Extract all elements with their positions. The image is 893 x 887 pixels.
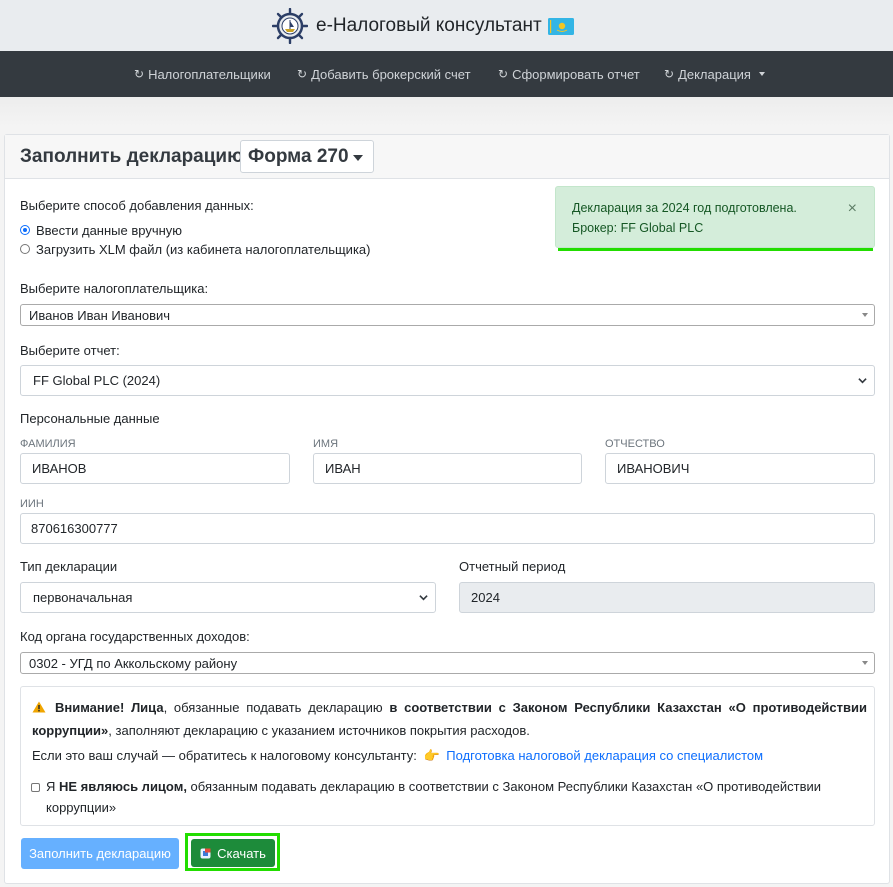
surname-label: ФАМИЛИЯ (20, 438, 76, 450)
period-input: 2024 (459, 582, 875, 613)
checkbox-bold: НЕ являюсь лицом, (59, 779, 187, 794)
warning-text-1: , обязанные подавать декларацию (163, 700, 390, 715)
report-select[interactable]: FF Global PLC (2024) (20, 365, 875, 396)
nav-label: Налогоплательщики (148, 66, 271, 82)
chevron-down-icon (419, 595, 428, 601)
warning-attention: Внимание! (55, 700, 125, 715)
main-navbar: ↻ Налогоплательщики ↻ Добавить брокерски… (0, 51, 893, 97)
surname-value: ИВАНОВ (32, 461, 87, 476)
warning-contact-line: Если это ваш случай — обратитесь к налог… (32, 744, 763, 767)
refresh-icon: ↻ (134, 67, 145, 81)
surname-input[interactable]: ИВАНОВ (20, 453, 290, 484)
close-icon[interactable]: × (848, 200, 857, 218)
authority-select[interactable]: 0302 - УГД по Аккольскому району (20, 652, 875, 674)
pointing-hand-icon: 👉 (423, 748, 440, 763)
fill-declaration-button[interactable]: Заполнить декларацию (21, 838, 179, 869)
patronymic-label: ОТЧЕСТВО (605, 438, 665, 450)
refresh-icon: ↻ (297, 67, 308, 81)
download-label: Скачать (217, 845, 266, 861)
declaration-type-label: Тип декларации (20, 559, 118, 574)
warning-text-2: , заполняют декларацию с указанием источ… (108, 723, 530, 738)
success-alert: Декларация за 2024 год подготовлена. Бро… (555, 186, 875, 248)
ship-wheel-logo-icon (272, 8, 308, 44)
authority-value: 0302 - УГД по Аккольскому району (29, 655, 238, 671)
kazakhstan-flag-icon (547, 17, 574, 35)
report-value: FF Global PLC (2024) (33, 373, 161, 388)
radio-upload-label[interactable]: Загрузить XLM файл (из кабинета налогопл… (36, 242, 370, 257)
form-type-select[interactable]: Форма 270 (240, 140, 374, 173)
not-obliged-label[interactable]: Я НЕ являюсь лицом, обязанным подавать д… (46, 776, 836, 818)
declaration-card: Заполнить декларацию Форма 270 Выберите … (4, 134, 890, 884)
caret-down-icon (758, 72, 765, 76)
taxpayer-select[interactable]: Иванов Иван Иванович (20, 304, 875, 326)
warning-contact-text: Если это ваш случай — обратитесь к налог… (32, 748, 417, 763)
warning-text: Внимание! Лица, обязанные подавать декла… (32, 696, 867, 742)
method-label: Выберите способ добавления данных: (20, 198, 254, 213)
iin-label: ИИН (20, 498, 44, 510)
radio-manual[interactable] (20, 225, 30, 235)
authority-label: Код органа государственных доходов: (20, 629, 250, 644)
warning-icon (32, 701, 46, 713)
chevron-down-icon (862, 313, 868, 317)
radio-upload-xlm[interactable] (20, 244, 30, 254)
download-button[interactable]: Скачать (191, 839, 275, 867)
alert-highlight (558, 248, 873, 251)
declaration-type-value: первоначальная (33, 590, 133, 605)
name-label: ИМЯ (313, 438, 339, 450)
header-bar: e-Налоговый консультант (0, 0, 893, 51)
iin-input[interactable]: 870616300777 (20, 513, 875, 544)
chevron-down-icon (862, 661, 868, 665)
radio-manual-label[interactable]: Ввести данные вручную (36, 223, 182, 238)
alert-line-1: Декларация за 2024 год подготовлена. (572, 201, 797, 215)
download-app-icon (200, 848, 211, 858)
not-obliged-checkbox[interactable] (31, 783, 40, 792)
nav-taxpayers[interactable]: ↻ Налогоплательщики (134, 51, 271, 97)
name-value: ИВАН (325, 461, 361, 476)
card-header: Заполнить декларацию Форма 270 (5, 135, 889, 179)
taxpayer-value: Иванов Иван Иванович (29, 307, 171, 323)
refresh-icon: ↻ (664, 67, 675, 81)
anticorruption-warning: Внимание! Лица, обязанные подавать декла… (20, 686, 875, 826)
form-type-value: Форма 270 (248, 145, 349, 167)
warning-subject: Лица (131, 700, 164, 715)
refresh-icon: ↻ (498, 67, 509, 81)
name-input[interactable]: ИВАН (313, 453, 582, 484)
taxpayer-label: Выберите налогоплательщика: (20, 281, 209, 296)
nav-label: Сформировать отчет (512, 66, 640, 82)
nav-add-broker-account[interactable]: ↻ Добавить брокерский счет (297, 51, 471, 97)
period-value: 2024 (471, 590, 500, 605)
checkbox-prefix: Я (46, 779, 59, 794)
alert-line-2: Брокер: FF Global PLC (572, 221, 704, 235)
card-title: Заполнить декларацию (20, 146, 244, 167)
personal-data-heading: Персональные данные (20, 411, 160, 426)
nav-label: Добавить брокерский счет (311, 66, 471, 82)
brand[interactable]: e-Налоговый консультант (272, 8, 574, 44)
nav-generate-report[interactable]: ↻ Сформировать отчет (498, 51, 640, 97)
iin-value: 870616300777 (31, 521, 118, 536)
period-label: Отчетный период (459, 559, 566, 574)
report-label: Выберите отчет: (20, 343, 120, 358)
chevron-down-icon (858, 378, 867, 384)
nav-declaration-dropdown[interactable]: ↻ Декларация (664, 51, 765, 97)
consultant-link[interactable]: Подготовка налоговой декларация со специ… (446, 748, 763, 763)
caret-down-icon (353, 155, 363, 161)
nav-label: Декларация (678, 66, 751, 82)
patronymic-input[interactable]: ИВАНОВИЧ (605, 453, 875, 484)
patronymic-value: ИВАНОВИЧ (617, 461, 690, 476)
app-title: e-Налоговый консультант (316, 15, 542, 36)
declaration-type-select[interactable]: первоначальная (20, 582, 436, 613)
navbar-shadow (0, 97, 893, 127)
